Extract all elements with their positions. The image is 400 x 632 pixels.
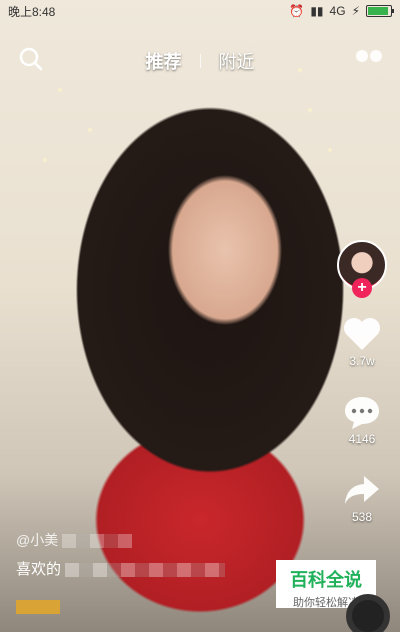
alarm-icon: ⏰: [289, 4, 305, 18]
battery-icon: [366, 5, 394, 17]
watermark-title: 百科全说: [290, 570, 362, 590]
comment-count: 4146: [348, 432, 376, 446]
action-column: + 3.7w 4146 538: [334, 240, 390, 524]
like-count: 3.7w: [349, 354, 375, 368]
censored-text: [62, 534, 133, 549]
video-description: 喜欢的: [16, 558, 226, 579]
comment-action[interactable]: 4146: [342, 394, 382, 446]
more-options-icon[interactable]: [356, 50, 382, 62]
charging-icon: ⚡: [351, 4, 360, 18]
signal-icon: ▮▮: [310, 4, 324, 18]
like-action[interactable]: 3.7w: [342, 316, 382, 368]
feed-tabs: 推荐 附近: [0, 48, 400, 74]
share-count: 538: [351, 510, 373, 524]
share-action[interactable]: 538: [342, 472, 382, 524]
tab-nearby[interactable]: 附近: [219, 48, 255, 74]
status-time: 晚上8:48: [8, 4, 56, 19]
top-nav: 推荐 附近: [0, 44, 400, 76]
creator-avatar[interactable]: +: [337, 240, 387, 298]
follow-button[interactable]: +: [352, 278, 372, 298]
comment-icon[interactable]: [342, 394, 382, 430]
status-icons: ⏰ ▮▮ 4G ⚡: [289, 4, 394, 18]
network-label: 4G: [329, 4, 346, 18]
tab-divider: [199, 54, 201, 68]
tab-recommend[interactable]: 推荐: [146, 48, 182, 74]
heart-icon[interactable]: [342, 316, 382, 352]
video-screen: 晚上8:48 ⏰ ▮▮ 4G ⚡ 推荐 附近 + 3.7w 4146 538 @…: [0, 0, 400, 632]
share-icon[interactable]: [342, 472, 382, 508]
creator-username[interactable]: @小美: [16, 530, 133, 550]
music-disc-icon[interactable]: [346, 594, 390, 632]
music-info[interactable]: [16, 600, 60, 614]
status-bar: 晚上8:48 ⏰ ▮▮ 4G ⚡: [0, 0, 400, 22]
censored-text: [65, 563, 226, 578]
